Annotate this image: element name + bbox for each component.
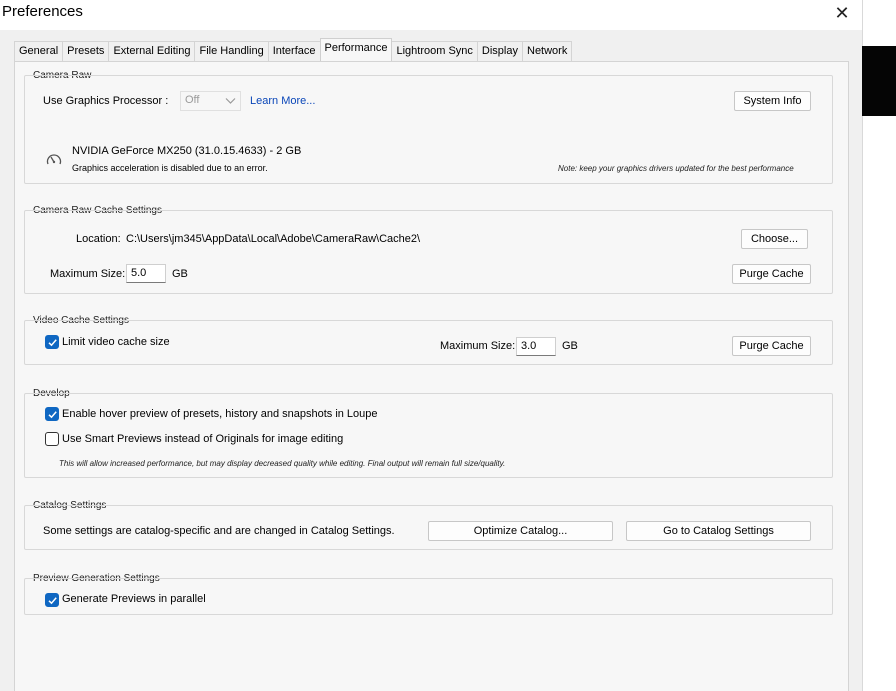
limit-video-cache-label: Limit video cache size — [62, 336, 170, 348]
video-max-size-input[interactable]: 3.0 — [516, 337, 556, 356]
tab-file-handling[interactable]: File Handling — [194, 41, 269, 61]
go-to-catalog-settings-button[interactable]: Go to Catalog Settings — [626, 521, 811, 541]
checkmark-icon — [48, 597, 57, 605]
gpu-name: NVIDIA GeForce MX250 (31.0.15.4633) - 2 … — [72, 145, 302, 157]
tab-presets[interactable]: Presets — [62, 41, 110, 61]
location-path: C:\Users\jm345\AppData\Local\Adobe\Camer… — [126, 233, 421, 245]
gpu-status: Graphics acceleration is disabled due to… — [72, 163, 268, 173]
tab-display[interactable]: Display — [476, 41, 523, 61]
parallel-previews-label: Generate Previews in parallel — [62, 593, 206, 605]
smart-previews-checkbox[interactable] — [45, 432, 59, 446]
system-info-button[interactable]: System Info — [734, 91, 811, 111]
tab-performance[interactable]: Performance — [319, 38, 393, 61]
tab-external-editing[interactable]: External Editing — [108, 41, 196, 61]
video-max-size-label: Maximum Size: — [440, 340, 516, 352]
chevron-down-icon — [225, 96, 236, 108]
optimize-catalog-button[interactable]: Optimize Catalog... — [428, 521, 613, 541]
close-button[interactable]: ✕ — [822, 0, 862, 26]
checkmark-icon — [48, 339, 57, 347]
cache-unit: GB — [172, 268, 188, 280]
dialog-title: Preferences — [2, 3, 83, 20]
purge-video-cache-button[interactable]: Purge Cache — [732, 336, 811, 356]
cache-max-size-input[interactable]: 5.0 — [126, 264, 166, 283]
gpu-select-value: Off — [185, 94, 200, 106]
gauge-icon — [46, 152, 62, 169]
tab-bar: General Presets External Editing File Ha… — [14, 38, 573, 61]
tab-interface[interactable]: Interface — [267, 41, 321, 61]
cache-max-size-label: Maximum Size: — [50, 268, 126, 280]
hover-preview-label: Enable hover preview of presets, history… — [62, 408, 378, 420]
checkmark-icon — [48, 411, 57, 419]
gpu-label: Use Graphics Processor : — [43, 95, 169, 107]
driver-note: Note: keep your graphics drivers updated… — [558, 164, 794, 173]
title-bar: Preferences ✕ — [0, 0, 862, 30]
gpu-select[interactable]: Off — [180, 91, 241, 111]
smart-previews-label: Use Smart Previews instead of Originals … — [62, 433, 344, 445]
tab-network[interactable]: Network — [522, 41, 573, 61]
tab-general[interactable]: General — [14, 41, 64, 61]
develop-note: This will allow increased performance, b… — [59, 459, 506, 468]
catalog-description: Some settings are catalog-specific and a… — [43, 525, 395, 537]
tab-lightroom-sync[interactable]: Lightroom Sync — [391, 41, 478, 61]
background-window-dark-area — [862, 46, 896, 116]
preferences-dialog: Preferences ✕ General Presets External E… — [0, 0, 862, 691]
hover-preview-checkbox[interactable] — [45, 407, 59, 421]
location-label: Location: — [76, 233, 121, 245]
video-unit: GB — [562, 340, 578, 352]
purge-cache-button[interactable]: Purge Cache — [732, 264, 811, 284]
choose-button[interactable]: Choose... — [741, 229, 808, 249]
learn-more-link[interactable]: Learn More... — [250, 95, 315, 107]
parallel-previews-checkbox[interactable] — [45, 593, 59, 607]
close-icon: ✕ — [834, 2, 850, 23]
limit-video-cache-checkbox[interactable] — [45, 335, 59, 349]
